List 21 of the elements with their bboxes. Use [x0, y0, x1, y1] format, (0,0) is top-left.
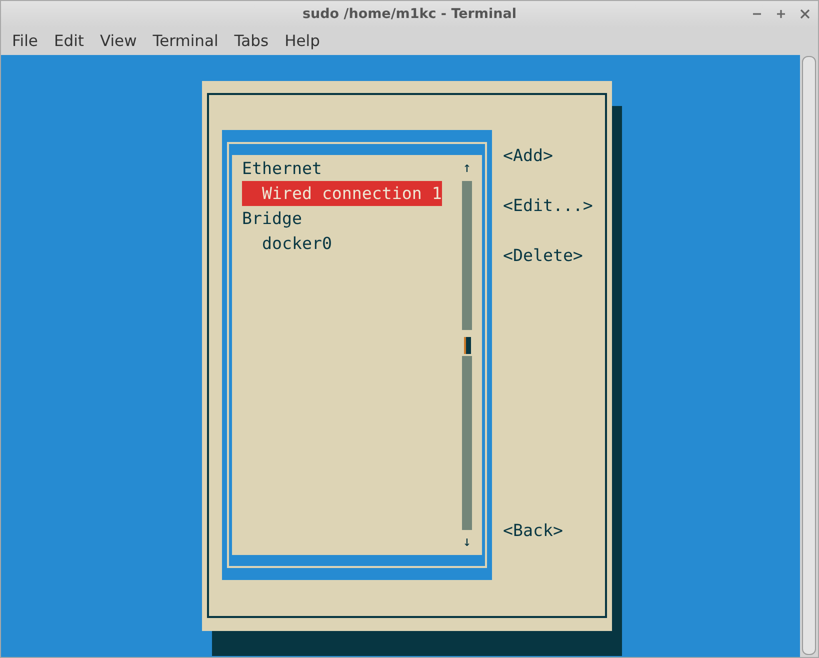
menu-item[interactable]: Tabs [226, 32, 277, 50]
back-button[interactable]: <Back> [503, 518, 593, 543]
maximize-icon[interactable] [776, 9, 786, 19]
menu-item[interactable]: View [92, 32, 145, 50]
menu-item[interactable]: Terminal [144, 32, 226, 50]
list-item[interactable]: Bridge [242, 206, 302, 231]
scroll-up-arrow[interactable]: ↑ [462, 156, 472, 181]
menu-item[interactable]: Edit [46, 32, 92, 50]
menu-item[interactable]: File [4, 32, 46, 50]
list-item[interactable]: Ethernet [242, 156, 322, 181]
window-title: sudo /home/m1kc - Terminal [302, 6, 516, 22]
menu-item[interactable]: Help [276, 32, 328, 50]
menu-button[interactable]: <Add> [503, 143, 593, 168]
menu-button[interactable]: <Edit...> [503, 193, 593, 218]
scrollbar-thumb[interactable] [464, 337, 470, 354]
scroll-down-arrow[interactable]: ↓ [462, 530, 472, 555]
list-item[interactable]: Wired connection 1 [242, 181, 442, 206]
menu-button[interactable]: <Delete> [503, 243, 593, 268]
close-icon[interactable] [800, 9, 810, 19]
window-scrollbar[interactable] [802, 56, 816, 655]
list-item[interactable]: docker0 [242, 231, 332, 256]
